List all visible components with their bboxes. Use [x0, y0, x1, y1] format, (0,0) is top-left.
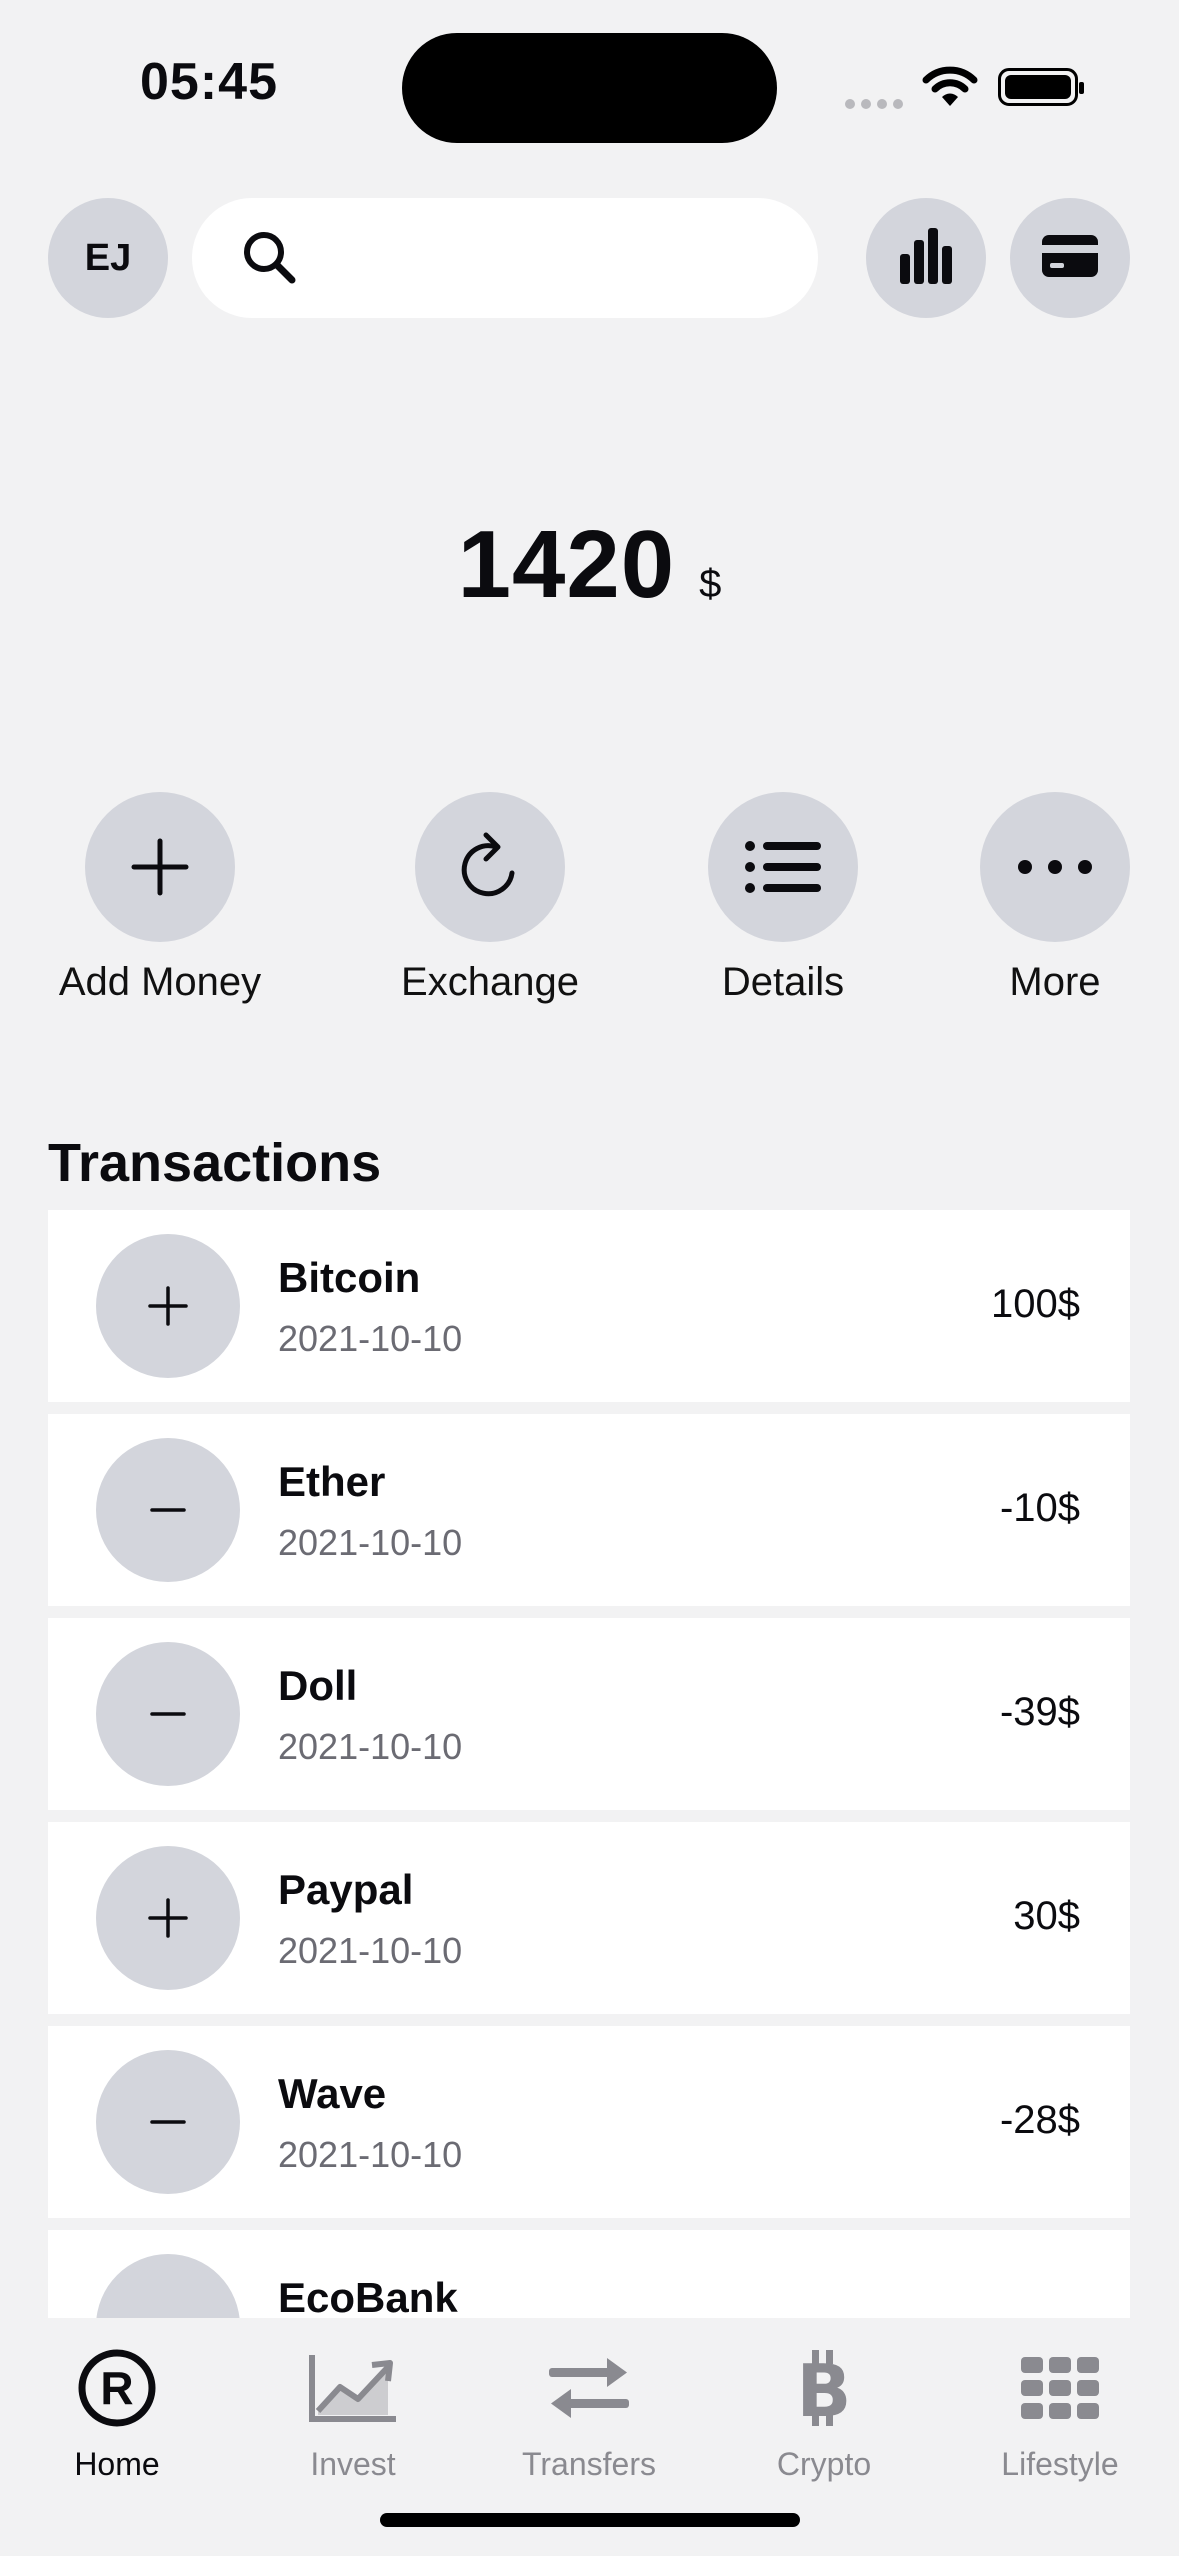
- transaction-date: 2021-10-10: [278, 1726, 463, 1767]
- minus-icon: [96, 1438, 240, 1582]
- registered-icon: R: [17, 2338, 217, 2438]
- transaction-amount: -28$: [999, 2098, 1080, 2142]
- search-bar[interactable]: [192, 198, 818, 318]
- transaction-row[interactable]: Paypal 2021-10-10 30$: [48, 1822, 1130, 2014]
- transaction-name: EcoBank: [278, 2274, 458, 2320]
- plus-icon: [96, 1846, 240, 1990]
- tab-crypto[interactable]: B Crypto: [724, 2338, 924, 2483]
- transactions-list[interactable]: Bitcoin 2021-10-10 100$ Ether 2021-10-10 -10$…: [48, 1210, 1130, 2320]
- tab-label: Home: [74, 2446, 160, 2482]
- transaction-amount: -39$: [999, 1690, 1080, 1734]
- transaction-date: 2021-10-10: [278, 1318, 463, 1359]
- add-money-button[interactable]: Add Money: [40, 792, 280, 1005]
- transaction-name: Wave: [278, 2070, 387, 2117]
- transaction-row[interactable]: Ether 2021-10-10 -10$: [48, 1414, 1130, 1606]
- transaction-date: 2021-10-10: [278, 1522, 463, 1563]
- tab-label: Lifestyle: [1001, 2446, 1119, 2482]
- wifi-icon: [922, 64, 978, 113]
- plus-icon: [96, 1234, 240, 1378]
- transaction-name: Ether: [278, 1458, 386, 1505]
- more-button[interactable]: More: [935, 792, 1175, 1005]
- transaction-date: 2021-10-10: [278, 2134, 463, 2175]
- transaction-row[interactable]: Wave 2021-10-10 -28$: [48, 2026, 1130, 2218]
- transfer-arrows-icon: [489, 2338, 689, 2438]
- action-label: Exchange: [401, 960, 579, 1004]
- home-indicator: [380, 2513, 800, 2527]
- action-label: More: [1009, 960, 1101, 1004]
- grid-icon: [960, 2338, 1160, 2438]
- exchange-button[interactable]: Exchange: [370, 792, 610, 1005]
- transaction-name: Doll: [278, 1662, 358, 1709]
- action-label: Details: [721, 960, 845, 1004]
- search-icon: [242, 230, 298, 291]
- minus-icon: [96, 2254, 240, 2320]
- dynamic-island: [402, 33, 777, 143]
- list-icon: [708, 792, 858, 942]
- cards-button[interactable]: [1010, 198, 1130, 318]
- transaction-row[interactable]: Doll 2021-10-10 -39$: [48, 1618, 1130, 1810]
- minus-icon: [96, 2050, 240, 2194]
- minus-icon: [96, 1642, 240, 1786]
- bitcoin-icon: B: [724, 2338, 924, 2438]
- balance-currency: $: [699, 562, 722, 606]
- avatar[interactable]: EJ: [48, 198, 168, 318]
- bar-chart-icon: [900, 227, 952, 289]
- chart-line-icon: [253, 2338, 453, 2438]
- transaction-amount: -10$: [999, 1486, 1080, 1530]
- plus-icon: [85, 792, 235, 942]
- balance-amount: 1420: [457, 511, 676, 618]
- cellular-signal-icon: [845, 96, 909, 114]
- transaction-amount: 100$: [991, 1282, 1080, 1326]
- transaction-row[interactable]: EcoBank: [48, 2230, 1130, 2320]
- tab-invest[interactable]: Invest: [253, 2338, 453, 2483]
- transaction-amount: 30$: [1013, 1894, 1080, 1938]
- refresh-icon: [415, 792, 565, 942]
- balance-display: 1420 $: [0, 510, 1179, 620]
- transaction-name: Bitcoin: [278, 1254, 421, 1301]
- svg-text:R: R: [100, 2362, 133, 2414]
- search-input[interactable]: [312, 218, 792, 298]
- stats-button[interactable]: [866, 198, 986, 318]
- tab-lifestyle[interactable]: Lifestyle: [960, 2338, 1160, 2483]
- status-time: 05:45: [140, 53, 278, 111]
- svg-text:B: B: [797, 2350, 852, 2426]
- action-label: Add Money: [58, 960, 262, 1004]
- tab-home[interactable]: R Home: [17, 2338, 217, 2483]
- details-button[interactable]: Details: [663, 792, 903, 1005]
- transaction-date: 2021-10-10: [278, 1930, 463, 1971]
- battery-icon: [998, 68, 1084, 106]
- tab-transfers[interactable]: Transfers: [489, 2338, 689, 2483]
- tab-label: Crypto: [776, 2446, 872, 2482]
- transactions-title: Transactions: [48, 1133, 382, 1193]
- transaction-row[interactable]: Bitcoin 2021-10-10 100$: [48, 1210, 1130, 1402]
- transaction-name: Paypal: [278, 1866, 414, 1913]
- credit-card-icon: [1042, 234, 1098, 282]
- more-dots-icon: [980, 792, 1130, 942]
- tab-label: Invest: [310, 2446, 396, 2482]
- tab-label: Transfers: [522, 2446, 656, 2482]
